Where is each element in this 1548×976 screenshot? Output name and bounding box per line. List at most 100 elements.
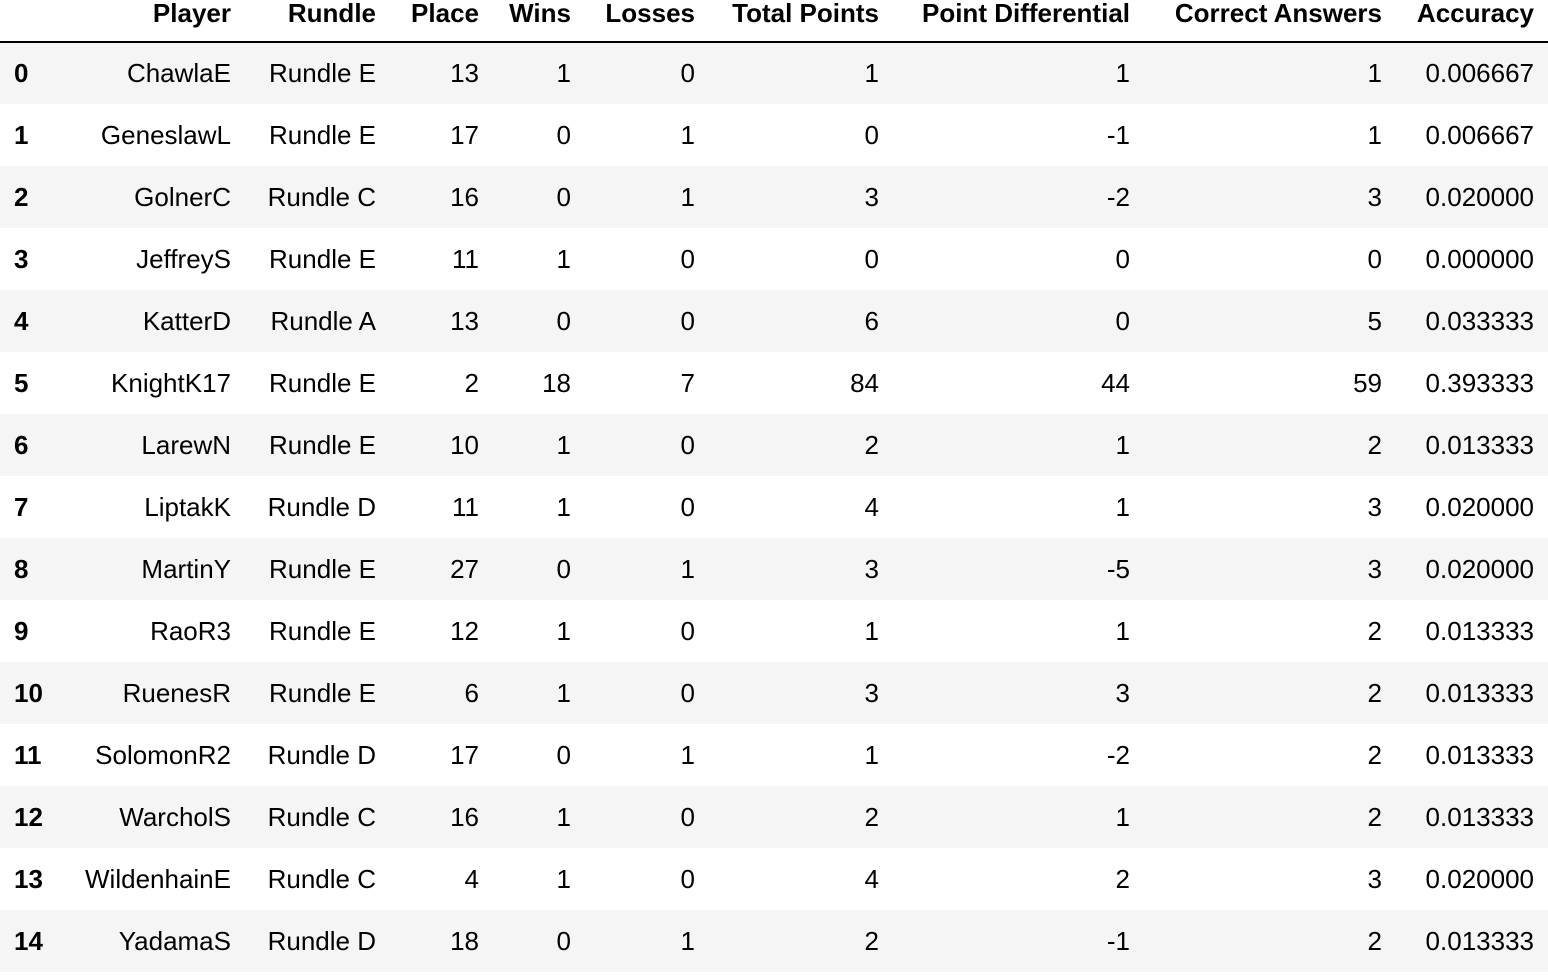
cell-place: 27 xyxy=(450,553,479,584)
cell-point-differential: 1 xyxy=(1115,491,1130,522)
cell-rundle: Rundle D xyxy=(267,925,376,956)
table-row: 8 MartinY Rundle E 27 0 1 3 -5 3 0.020000 xyxy=(0,538,1548,600)
cell-accuracy: 0.020000 xyxy=(1425,491,1534,522)
table-row: 13 WildenhainE Rundle C 4 1 0 4 2 3 0.020000 xyxy=(0,848,1548,910)
cell-correct-answers: 2 xyxy=(1367,801,1382,832)
row-index: 4 xyxy=(14,305,29,336)
cell-player: JeffreyS xyxy=(136,243,231,274)
cell-wins: 0 xyxy=(556,553,571,584)
table-row: 4 KatterD Rundle A 13 0 0 6 0 5 0.033333 xyxy=(0,290,1548,352)
cell-losses: 1 xyxy=(680,739,695,770)
cell-player: SolomonR2 xyxy=(95,739,231,770)
cell-rundle: Rundle D xyxy=(267,491,376,522)
cell-correct-answers: 5 xyxy=(1367,305,1382,336)
cell-point-differential: 1 xyxy=(1115,615,1130,646)
row-index: 13 xyxy=(14,863,43,894)
cell-player: KatterD xyxy=(142,305,231,336)
cell-total-points: 1 xyxy=(864,615,879,646)
column-header-rundle: Rundle xyxy=(245,0,390,43)
cell-losses: 0 xyxy=(680,429,695,460)
cell-wins: 0 xyxy=(556,739,571,770)
cell-correct-answers: 2 xyxy=(1367,429,1382,460)
cell-correct-answers: 2 xyxy=(1367,925,1382,956)
column-header-point-differential: Point Differential xyxy=(893,0,1144,43)
table-row: 0 ChawlaE Rundle E 13 1 0 1 1 1 0.006667 xyxy=(0,42,1548,104)
cell-rundle: Rundle C xyxy=(267,863,376,894)
cell-point-differential: 1 xyxy=(1115,429,1130,460)
row-index: 8 xyxy=(14,553,29,584)
cell-total-points: 1 xyxy=(864,739,879,770)
cell-player: LarewN xyxy=(141,429,231,460)
cell-total-points: 3 xyxy=(864,677,879,708)
cell-accuracy: 0.013333 xyxy=(1425,739,1534,770)
cell-total-points: 2 xyxy=(864,429,879,460)
cell-point-differential: -1 xyxy=(1106,925,1130,956)
cell-rundle: Rundle E xyxy=(269,58,376,88)
cell-place: 11 xyxy=(452,243,479,274)
cell-rundle: Rundle E xyxy=(269,367,376,398)
cell-correct-answers: 1 xyxy=(1367,119,1382,150)
cell-rundle: Rundle E xyxy=(269,243,376,274)
cell-player: LiptakK xyxy=(144,491,231,522)
cell-player: GeneslawL xyxy=(100,119,231,150)
cell-player: GolnerC xyxy=(134,181,231,212)
table-row: 6 LarewN Rundle E 10 1 0 2 1 2 0.013333 xyxy=(0,414,1548,476)
cell-player: ChawlaE xyxy=(126,58,231,88)
cell-rundle: Rundle E xyxy=(269,615,376,646)
column-header-correct-answers: Correct Answers xyxy=(1144,0,1396,43)
table-header: Player Rundle Place Wins Losses Total Po… xyxy=(0,0,1548,43)
cell-point-differential: -1 xyxy=(1106,119,1130,150)
cell-losses: 1 xyxy=(680,925,695,956)
cell-losses: 1 xyxy=(680,181,695,212)
cell-wins: 1 xyxy=(556,677,571,708)
cell-total-points: 3 xyxy=(864,553,879,584)
cell-place: 17 xyxy=(450,739,479,770)
column-header-wins: Wins xyxy=(493,0,585,43)
cell-place: 13 xyxy=(450,58,479,88)
cell-rundle: Rundle C xyxy=(267,181,376,212)
cell-correct-answers: 3 xyxy=(1367,863,1382,894)
table-row: 7 LiptakK Rundle D 11 1 0 4 1 3 0.020000 xyxy=(0,476,1548,538)
cell-rundle: Rundle E xyxy=(269,119,376,150)
row-index: 0 xyxy=(14,58,29,88)
column-header-accuracy: Accuracy xyxy=(1396,0,1548,43)
cell-wins: 0 xyxy=(556,181,571,212)
cell-total-points: 6 xyxy=(864,305,879,336)
cell-rundle: Rundle E xyxy=(269,553,376,584)
row-index: 3 xyxy=(14,243,29,274)
cell-player: RaoR3 xyxy=(150,615,231,646)
cell-point-differential: 1 xyxy=(1115,58,1130,88)
cell-player: YadamaS xyxy=(118,925,231,956)
cell-place: 11 xyxy=(452,491,479,522)
row-index: 5 xyxy=(14,367,29,398)
cell-losses: 1 xyxy=(680,119,695,150)
cell-total-points: 1 xyxy=(864,58,879,88)
cell-total-points: 0 xyxy=(864,119,879,150)
table-row: 1 GeneslawL Rundle E 17 0 1 0 -1 1 0.006667 xyxy=(0,104,1548,166)
row-index: 12 xyxy=(14,801,43,832)
cell-accuracy: 0.020000 xyxy=(1425,863,1534,894)
cell-player: MartinY xyxy=(141,553,231,584)
cell-correct-answers: 2 xyxy=(1367,615,1382,646)
cell-wins: 1 xyxy=(556,863,571,894)
cell-accuracy: 0.013333 xyxy=(1425,615,1534,646)
cell-accuracy: 0.033333 xyxy=(1425,305,1534,336)
cell-place: 16 xyxy=(450,801,479,832)
column-header-place: Place xyxy=(390,0,493,43)
cell-wins: 0 xyxy=(556,925,571,956)
table-row: 10 RuenesR Rundle E 6 1 0 3 3 2 0.013333 xyxy=(0,662,1548,724)
cell-player: WarcholS xyxy=(119,801,231,832)
cell-correct-answers: 59 xyxy=(1353,367,1382,398)
cell-point-differential: -5 xyxy=(1106,553,1130,584)
cell-accuracy: 0.013333 xyxy=(1425,925,1534,956)
dataframe-table: Player Rundle Place Wins Losses Total Po… xyxy=(0,0,1548,972)
row-index: 2 xyxy=(14,181,29,212)
cell-place: 17 xyxy=(450,119,479,150)
cell-correct-answers: 2 xyxy=(1367,739,1382,770)
column-header-player: Player xyxy=(62,0,245,43)
row-index: 6 xyxy=(14,429,29,460)
cell-wins: 1 xyxy=(556,429,571,460)
cell-wins: 18 xyxy=(542,367,571,398)
cell-accuracy: 0.020000 xyxy=(1425,553,1534,584)
cell-player: KnightK17 xyxy=(111,367,231,398)
